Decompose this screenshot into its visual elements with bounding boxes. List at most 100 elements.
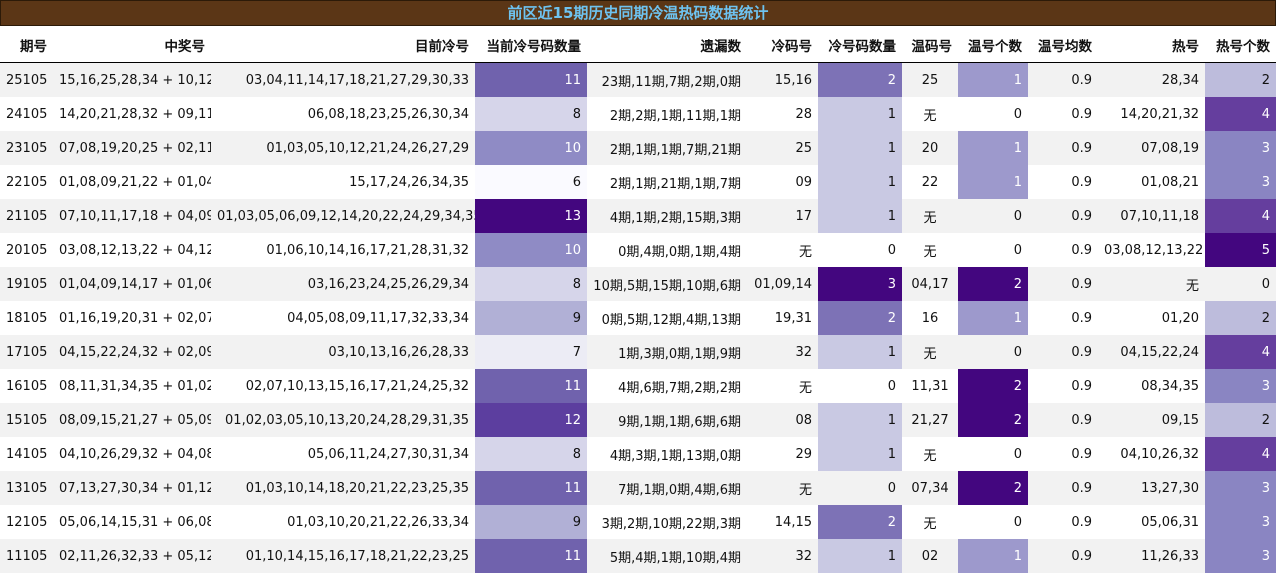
- winning-numbers-cell: 01,04,09,14,17 + 01,06: [53, 267, 211, 301]
- hot-count-cell: 5: [1205, 233, 1276, 267]
- table-row: 11105 02,11,26,32,33 + 05,12 01,10,14,15,1…: [0, 539, 1276, 573]
- col-header-miss: 遗漏数: [587, 28, 747, 63]
- warm-nums-cell: 04,17: [902, 267, 958, 301]
- current-cold-cell: 03,04,11,14,17,18,21,27,29,30,33: [211, 62, 475, 97]
- col-header-current-cold: 目前冷号: [211, 28, 475, 63]
- cold-num-count-cell: 0: [818, 233, 902, 267]
- hot-nums-cell: 04,10,26,32: [1098, 437, 1205, 471]
- warm-count-cell: 2: [958, 471, 1028, 505]
- warm-nums-cell: 20: [902, 131, 958, 165]
- cold-num-count-cell: 1: [818, 165, 902, 199]
- miss-count-cell: 2期,1期,1期,7期,21期: [587, 131, 747, 165]
- hot-nums-cell: 01,08,21: [1098, 165, 1205, 199]
- warm-count-cell: 0: [958, 199, 1028, 233]
- warm-nums-cell: 无: [902, 199, 958, 233]
- cold-num-count-cell: 1: [818, 403, 902, 437]
- table-row: 17105 04,15,22,24,32 + 02,09 03,10,13,16,2…: [0, 335, 1276, 369]
- issue-cell: 22105: [0, 165, 53, 199]
- col-header-issue: 期号: [0, 28, 53, 63]
- current-cold-cell: 15,17,24,26,34,35: [211, 165, 475, 199]
- winning-numbers-cell: 08,09,15,21,27 + 05,09: [53, 403, 211, 437]
- warm-count-cell: 1: [958, 539, 1028, 573]
- hot-nums-cell: 28,34: [1098, 62, 1205, 97]
- miss-count-cell: 7期,1期,0期,4期,6期: [587, 471, 747, 505]
- current-cold-cell: 03,16,23,24,25,26,29,34: [211, 267, 475, 301]
- hot-nums-cell: 08,34,35: [1098, 369, 1205, 403]
- cold-nums-cell: 19,31: [747, 301, 818, 335]
- miss-count-cell: 0期,4期,0期,1期,4期: [587, 233, 747, 267]
- hot-nums-cell: 01,20: [1098, 301, 1205, 335]
- warm-avg-cell: 0.9: [1028, 62, 1098, 97]
- cold-nums-cell: 01,09,14: [747, 267, 818, 301]
- hot-nums-cell: 13,27,30: [1098, 471, 1205, 505]
- cold-nums-cell: 32: [747, 335, 818, 369]
- cold-num-count-cell: 0: [818, 471, 902, 505]
- miss-count-cell: 1期,3期,0期,1期,9期: [587, 335, 747, 369]
- cold-nums-cell: 14,15: [747, 505, 818, 539]
- winning-numbers-cell: 04,10,26,29,32 + 04,08: [53, 437, 211, 471]
- table-row: 22105 01,08,09,21,22 + 01,04 15,17,24,26,3…: [0, 165, 1276, 199]
- issue-cell: 18105: [0, 301, 53, 335]
- warm-avg-cell: 0.9: [1028, 165, 1098, 199]
- warm-nums-cell: 02: [902, 539, 958, 573]
- miss-count-cell: 4期,3期,1期,13期,0期: [587, 437, 747, 471]
- table-row: 12105 05,06,14,15,31 + 06,08 01,03,10,20,2…: [0, 505, 1276, 539]
- issue-cell: 12105: [0, 505, 53, 539]
- table-row: 19105 01,04,09,14,17 + 01,06 03,16,23,24,2…: [0, 267, 1276, 301]
- warm-count-cell: 0: [958, 505, 1028, 539]
- warm-avg-cell: 0.9: [1028, 131, 1098, 165]
- cold-count-cell: 9: [475, 301, 587, 335]
- warm-nums-cell: 11,31: [902, 369, 958, 403]
- miss-count-cell: 5期,4期,1期,10期,4期: [587, 539, 747, 573]
- table-row: 15105 08,09,15,21,27 + 05,09 01,02,03,05,1…: [0, 403, 1276, 437]
- warm-nums-cell: 21,27: [902, 403, 958, 437]
- current-cold-cell: 01,03,05,06,09,12,14,20,22,24,29,34,35: [211, 199, 475, 233]
- warm-count-cell: 1: [958, 62, 1028, 97]
- hot-count-cell: 0: [1205, 267, 1276, 301]
- current-cold-cell: 04,05,08,09,11,17,32,33,34: [211, 301, 475, 335]
- col-header-warm-avg: 温号均数: [1028, 28, 1098, 63]
- hot-count-cell: 2: [1205, 403, 1276, 437]
- cold-num-count-cell: 1: [818, 131, 902, 165]
- issue-cell: 17105: [0, 335, 53, 369]
- cold-num-count-cell: 0: [818, 369, 902, 403]
- cold-nums-cell: 无: [747, 233, 818, 267]
- warm-avg-cell: 0.9: [1028, 199, 1098, 233]
- warm-avg-cell: 0.9: [1028, 301, 1098, 335]
- cold-num-count-cell: 1: [818, 199, 902, 233]
- cold-count-cell: 6: [475, 165, 587, 199]
- warm-count-cell: 2: [958, 267, 1028, 301]
- winning-numbers-cell: 07,13,27,30,34 + 01,12: [53, 471, 211, 505]
- warm-avg-cell: 0.9: [1028, 471, 1098, 505]
- cold-num-count-cell: 2: [818, 301, 902, 335]
- warm-nums-cell: 07,34: [902, 471, 958, 505]
- current-cold-cell: 06,08,18,23,25,26,30,34: [211, 97, 475, 131]
- warm-count-cell: 2: [958, 403, 1028, 437]
- hot-nums-cell: 09,15: [1098, 403, 1205, 437]
- warm-count-cell: 0: [958, 437, 1028, 471]
- table-row: 20105 03,08,12,13,22 + 04,12 01,06,10,14,1…: [0, 233, 1276, 267]
- col-header-hot-count: 热号个数: [1205, 28, 1276, 63]
- col-header-cold-nums: 冷码号: [747, 28, 818, 63]
- warm-count-cell: 1: [958, 301, 1028, 335]
- table-row: 23105 07,08,19,20,25 + 02,11 01,03,05,10,1…: [0, 131, 1276, 165]
- cold-count-cell: 12: [475, 403, 587, 437]
- col-header-cold-count: 当前冷号码数量: [475, 28, 587, 63]
- warm-count-cell: 0: [958, 335, 1028, 369]
- table-row: 18105 01,16,19,20,31 + 02,07 04,05,08,09,1…: [0, 301, 1276, 335]
- warm-count-cell: 0: [958, 233, 1028, 267]
- hot-nums-cell: 无: [1098, 267, 1205, 301]
- issue-cell: 19105: [0, 267, 53, 301]
- cold-nums-cell: 25: [747, 131, 818, 165]
- issue-cell: 20105: [0, 233, 53, 267]
- header-row: 期号 中奖号 目前冷号 当前冷号码数量 遗漏数 冷码号 冷号码数量 温码号 温号…: [0, 28, 1276, 63]
- warm-avg-cell: 0.9: [1028, 437, 1098, 471]
- warm-count-cell: 0: [958, 97, 1028, 131]
- current-cold-cell: 01,06,10,14,16,17,21,28,31,32: [211, 233, 475, 267]
- hot-count-cell: 3: [1205, 505, 1276, 539]
- winning-numbers-cell: 03,08,12,13,22 + 04,12: [53, 233, 211, 267]
- cold-count-cell: 13: [475, 199, 587, 233]
- warm-nums-cell: 无: [902, 335, 958, 369]
- winning-numbers-cell: 02,11,26,32,33 + 05,12: [53, 539, 211, 573]
- warm-nums-cell: 无: [902, 97, 958, 131]
